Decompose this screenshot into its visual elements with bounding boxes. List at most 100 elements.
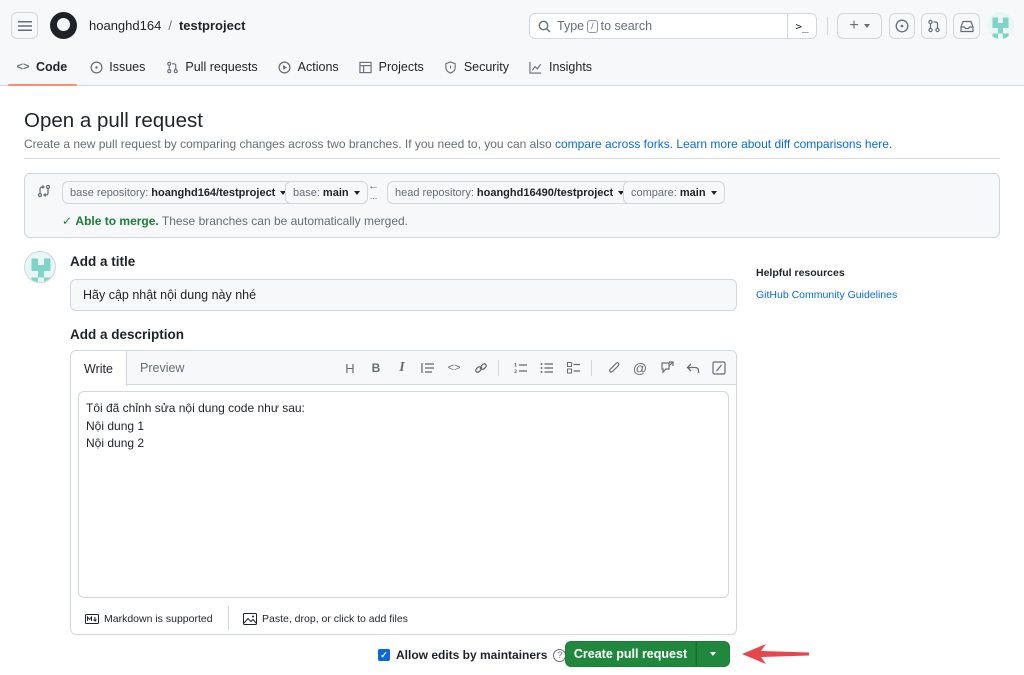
compare-dots: ... [369, 191, 378, 201]
tab-code[interactable]: <> Code [8, 54, 78, 86]
allow-edits-checkbox[interactable]: ✓ [378, 649, 390, 661]
task-list-icon[interactable] [566, 360, 582, 376]
menu-button[interactable] [11, 12, 38, 39]
breadcrumb: hoanghd164 / testproject [89, 18, 245, 33]
title-input[interactable] [70, 279, 737, 311]
tab-label: Code [36, 60, 68, 74]
compare-branch-label: compare: [631, 186, 677, 199]
breadcrumb-owner[interactable]: hoanghd164 [89, 18, 161, 33]
compare-arrow: ← ... [368, 180, 379, 201]
inbox-icon [959, 20, 974, 32]
subtitle-text: Create a new pull request by comparing c… [24, 137, 555, 151]
breadcrumb-separator: / [168, 18, 172, 33]
tab-insights[interactable]: Insights [521, 54, 602, 80]
issue-opened-icon [895, 19, 909, 33]
svg-text:2: 2 [514, 369, 517, 374]
chevron-down-icon [863, 24, 870, 28]
tab-preview[interactable]: Preview [127, 351, 197, 385]
identicon-icon [992, 17, 1009, 39]
tab-label: Issues [109, 60, 146, 74]
table-icon [359, 60, 373, 74]
image-icon [243, 613, 257, 625]
tab-pull-requests[interactable]: Pull requests [157, 54, 267, 80]
github-logo-icon[interactable] [50, 12, 77, 39]
page-title: Open a pull request [24, 109, 203, 132]
compare-branch-value: main [679, 186, 706, 199]
user-avatar[interactable] [987, 12, 1014, 39]
breadcrumb-repo[interactable]: testproject [179, 18, 245, 33]
search-input[interactable]: Type / to search >_ [529, 13, 817, 39]
base-repository-select[interactable]: base repository: hoanghd164/testproject [62, 181, 295, 204]
tab-actions[interactable]: Actions [270, 54, 349, 80]
inbox-button[interactable] [953, 13, 980, 39]
mention-icon[interactable]: @ [632, 360, 648, 376]
git-pull-request-icon [928, 19, 940, 33]
base-branch-select[interactable]: base: main [285, 181, 368, 204]
compare-range-box: base repository: hoanghd164/testproject b… [24, 173, 1000, 238]
head-repository-label: head repository: [395, 186, 474, 199]
create-pull-request-button[interactable]: Create pull request [565, 641, 696, 667]
toolbar-divider [591, 360, 592, 376]
learn-more-link[interactable]: Learn more about diff comparisons here. [676, 137, 892, 151]
allow-edits-label[interactable]: Allow edits by maintainers [396, 648, 547, 662]
tab-issues[interactable]: Issues [81, 54, 155, 80]
issues-button[interactable] [889, 13, 915, 39]
pull-requests-button[interactable] [921, 13, 947, 39]
plus-icon: + [849, 17, 859, 34]
editor-footer: Markdown is supported Paste, drop, or cl… [71, 604, 736, 634]
ordered-list-icon[interactable]: 12 [513, 360, 529, 376]
merge-status: ✓ Able to merge. These branches can be a… [62, 214, 408, 228]
attach-files-button[interactable]: Paste, drop, or click to add files [243, 613, 408, 625]
cross-reference-icon[interactable] [659, 360, 675, 376]
compare-forks-link[interactable]: compare across forks. [555, 137, 673, 151]
header-divider [827, 17, 828, 35]
issue-opened-icon [89, 60, 103, 74]
create-pull-request-dropdown[interactable] [696, 641, 730, 667]
search-suffix: to search [600, 19, 653, 33]
command-palette-icon[interactable]: >_ [787, 13, 816, 39]
caret-down-icon [710, 652, 716, 656]
merge-status-detail: These branches can be automatically merg… [158, 214, 409, 228]
reply-icon[interactable] [685, 360, 701, 376]
code-icon: <> [16, 61, 30, 73]
svg-text:1: 1 [514, 363, 517, 369]
helpful-resources-heading: Helpful resources [756, 267, 845, 279]
allow-edits-option: ✓ Allow edits by maintainers ? [378, 648, 567, 662]
compare-branch-select[interactable]: compare: main [623, 181, 725, 204]
paperclip-icon[interactable] [606, 360, 622, 376]
slash-command-icon[interactable] [711, 360, 727, 376]
quote-icon[interactable] [420, 360, 436, 376]
tab-write[interactable]: Write [71, 351, 127, 386]
footer-divider [228, 606, 229, 630]
annotation-arrow-icon [742, 644, 809, 664]
tab-security[interactable]: Security [436, 54, 519, 80]
base-repository-label: base repository: [70, 186, 149, 199]
description-textarea[interactable]: Tôi đã chỉnh sửa nội dung code như sau: … [78, 391, 729, 598]
markdown-supported-link[interactable]: Markdown is supported [85, 613, 213, 625]
search-icon [538, 20, 551, 32]
caret-down-icon [353, 190, 360, 195]
git-pull-request-icon [165, 60, 179, 74]
graph-icon [529, 60, 543, 74]
search-shortcut-key: / [587, 19, 598, 33]
tab-projects[interactable]: Projects [351, 54, 434, 80]
italic-icon[interactable]: I [394, 360, 410, 376]
bold-icon[interactable]: B [368, 360, 384, 376]
link-icon[interactable] [473, 360, 489, 376]
unordered-list-icon[interactable] [539, 360, 555, 376]
identicon-icon [31, 258, 51, 282]
create-new-button[interactable]: + [837, 13, 882, 39]
merge-status-label: Able to merge. [75, 214, 159, 228]
description-label: Add a description [70, 327, 185, 342]
head-repository-select[interactable]: head repository: hoanghd16490/testproject [387, 181, 633, 204]
caret-down-icon [710, 190, 717, 195]
heading-icon[interactable]: H [342, 360, 358, 376]
description-editor: Write Preview H B I <> 12 @ Tôi đã chỉnh… [70, 350, 737, 635]
code-icon[interactable]: <> [446, 360, 462, 376]
head-repository-value: hoanghd16490/testproject [476, 186, 614, 199]
editor-toolbar: Write Preview H B I <> 12 @ [71, 351, 736, 386]
community-guidelines-link[interactable]: GitHub Community Guidelines [756, 289, 897, 301]
hamburger-icon [17, 20, 32, 31]
play-icon [278, 60, 292, 74]
check-icon: ✓ [62, 214, 73, 228]
